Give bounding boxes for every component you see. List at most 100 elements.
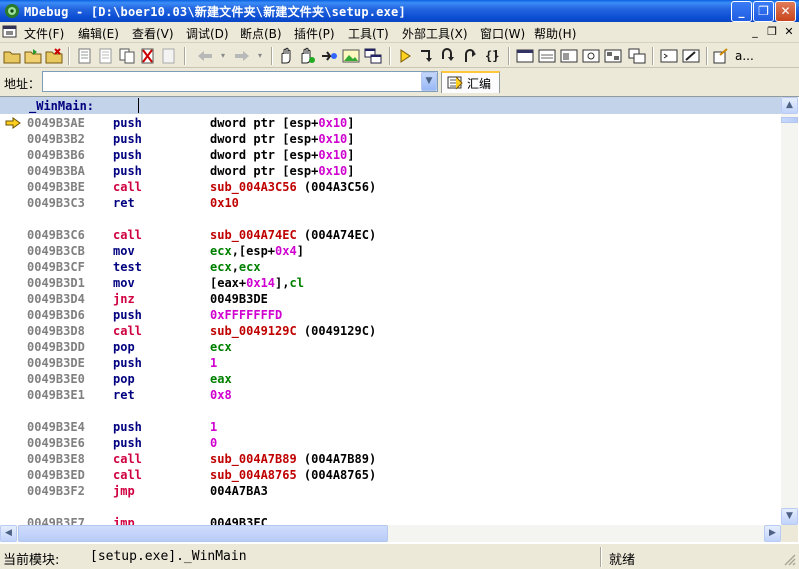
- tab-disassembly[interactable]: 汇编: [441, 71, 500, 93]
- instruction-row[interactable]: 0049B3D6 push 0xFFFFFFFD: [0, 307, 781, 323]
- step-out-icon[interactable]: [462, 47, 480, 65]
- instruction-row[interactable]: 0049B3D8 call sub_0049129C (0049129C): [0, 323, 781, 339]
- instruction-row[interactable]: 0049B3E8 call sub_004A7B89 (004A7B89): [0, 451, 781, 467]
- scroll-left-button[interactable]: ◀: [0, 525, 17, 542]
- vertical-scrollbar[interactable]: ▲ ▼: [781, 97, 798, 525]
- modules-window-icon[interactable]: [604, 47, 622, 65]
- step-over-icon[interactable]: [440, 47, 458, 65]
- disabled-page-icon[interactable]: [160, 47, 178, 65]
- current-module-label: 当前模块:: [3, 553, 60, 568]
- address-input[interactable]: [42, 71, 438, 92]
- forward-dropdown-icon[interactable]: ▾: [251, 47, 269, 65]
- open-folder-icon[interactable]: [3, 47, 21, 65]
- hand-icon[interactable]: [277, 47, 295, 65]
- menu-view[interactable]: 查看(V): [132, 25, 174, 42]
- scroll-right-button[interactable]: ▶: [764, 525, 781, 542]
- document-window-icon[interactable]: [2, 24, 18, 40]
- minimize-button[interactable]: _: [731, 1, 752, 22]
- horizontal-scroll-thumb[interactable]: [18, 525, 388, 542]
- instruction-row[interactable]: 0049B3E6 push 0: [0, 435, 781, 451]
- threads-window-icon[interactable]: [628, 47, 646, 65]
- vertical-scroll-thumb[interactable]: [781, 117, 798, 123]
- scroll-up-button[interactable]: ▲: [781, 97, 798, 114]
- instruction-operands: eax: [210, 371, 232, 387]
- step-into-icon[interactable]: [418, 47, 436, 65]
- instruction-row[interactable]: 0049B3C3 ret 0x10: [0, 195, 781, 211]
- instruction-mnemonic: call: [113, 324, 142, 338]
- instruction-row[interactable]: 0049B3C6 call sub_004A74EC (004A74EC): [0, 227, 781, 243]
- picture-icon[interactable]: [342, 47, 360, 65]
- instruction-row[interactable]: 0049B3D4 jnz 0049B3DE: [0, 291, 781, 307]
- toolbar-overflow-label[interactable]: a...: [735, 49, 754, 63]
- instruction-mnemonic: push: [113, 116, 142, 130]
- stack-window-icon[interactable]: [560, 47, 578, 65]
- title-bar[interactable]: MDebug - [D:\boer10.03\新建文件夹\新建文件夹\setup…: [0, 0, 799, 22]
- close-file-icon[interactable]: [45, 47, 63, 65]
- close-button[interactable]: ✕: [775, 1, 796, 22]
- instruction-mnemonic: test: [113, 260, 142, 274]
- instruction-row[interactable]: 0049B3ED call sub_004A8765 (004A8765): [0, 467, 781, 483]
- menu-tools[interactable]: 工具(T): [348, 25, 389, 42]
- output-window-icon[interactable]: [682, 47, 700, 65]
- instruction-row[interactable]: 0049B3D1 mov [eax+0x14],cl: [0, 275, 781, 291]
- disassembly-panel[interactable]: _WinMain: 0049B3AE push dword ptr [esp+0x1…: [0, 96, 799, 544]
- disassembly-listing[interactable]: 0049B3AE push dword ptr [esp+0x10] 0049B3B2…: [0, 115, 781, 525]
- menu-external-tools[interactable]: 外部工具(X): [402, 25, 468, 42]
- windows-icon[interactable]: [364, 47, 382, 65]
- menu-edit[interactable]: 编辑(E): [78, 25, 119, 42]
- instruction-row[interactable]: 0049B3BA push dword ptr [esp+0x10]: [0, 163, 781, 179]
- mdi-close-button[interactable]: ✕: [781, 25, 797, 40]
- address-dropdown-button[interactable]: ▼: [421, 72, 437, 91]
- operand-token: 0x10: [318, 132, 348, 146]
- menu-help[interactable]: 帮助(H): [534, 25, 576, 42]
- menu-debug[interactable]: 调试(D): [186, 25, 229, 42]
- instruction-row[interactable]: 0049B3AE push dword ptr [esp+0x10]: [0, 115, 781, 131]
- memory-window-icon[interactable]: [538, 47, 556, 65]
- instruction-address: 0049B3E8: [27, 452, 85, 466]
- instruction-row[interactable]: 0049B3F2 jmp 004A7BA3: [0, 483, 781, 499]
- copy-pages-icon[interactable]: [118, 47, 136, 65]
- run-icon[interactable]: [396, 47, 414, 65]
- console-window-icon[interactable]: [660, 47, 678, 65]
- menu-plugins[interactable]: 插件(P): [294, 25, 335, 42]
- instruction-row[interactable]: 0049B3E0 pop eax: [0, 371, 781, 387]
- instruction-row[interactable]: 0049B3B6 push dword ptr [esp+0x10]: [0, 147, 781, 163]
- back-dropdown-icon[interactable]: ▾: [214, 47, 232, 65]
- run-to-cursor-icon[interactable]: {}: [484, 47, 502, 65]
- instruction-row[interactable]: 0049B3CB mov ecx,[esp+0x4]: [0, 243, 781, 259]
- instruction-row[interactable]: 0049B3DD pop ecx: [0, 339, 781, 355]
- delete-page-icon[interactable]: [139, 47, 157, 65]
- instruction-operands: 0x8: [210, 387, 232, 403]
- instruction-row[interactable]: 0049B3F7 jmp 0049B3FC: [0, 515, 781, 525]
- registers-window-icon[interactable]: [516, 47, 534, 65]
- mdi-minimize-button[interactable]: _: [747, 25, 763, 40]
- menu-file[interactable]: 文件(F): [24, 25, 64, 42]
- resize-grip-icon[interactable]: [784, 554, 796, 566]
- instruction-mnemonic: push: [113, 436, 142, 450]
- horizontal-scrollbar[interactable]: ◀ ▶: [0, 525, 781, 542]
- watch-window-icon[interactable]: [582, 47, 600, 65]
- page-icon[interactable]: [76, 47, 94, 65]
- restore-button[interactable]: ❐: [753, 1, 774, 22]
- forward-arrow-icon[interactable]: [233, 47, 251, 65]
- instruction-row[interactable]: 0049B3CF test ecx,ecx: [0, 259, 781, 275]
- instruction-row[interactable]: 0049B3DE push 1: [0, 355, 781, 371]
- hand-go-icon[interactable]: [298, 47, 316, 65]
- instruction-row[interactable]: 0049B3E1 ret 0x8: [0, 387, 781, 403]
- operand-token: ,: [231, 260, 239, 274]
- page-list-icon[interactable]: [97, 47, 115, 65]
- open-file-icon[interactable]: [24, 47, 42, 65]
- instruction-row[interactable]: 0049B3B2 push dword ptr [esp+0x10]: [0, 131, 781, 147]
- toolbar-separator: [706, 47, 708, 65]
- instruction-row[interactable]: 0049B3BE call sub_004A3C56 (004A3C56): [0, 179, 781, 195]
- instruction-row[interactable]: 0049B3E4 push 1: [0, 419, 781, 435]
- plugin-icon[interactable]: [712, 47, 730, 65]
- step-icon[interactable]: [320, 47, 338, 65]
- mdi-restore-button[interactable]: ❐: [764, 25, 780, 40]
- menu-breakpoint[interactable]: 断点(B): [240, 25, 282, 42]
- scroll-down-button[interactable]: ▼: [781, 508, 798, 525]
- back-arrow-icon[interactable]: [196, 47, 214, 65]
- instruction-operands: sub_004A3C56 (004A3C56): [210, 179, 376, 195]
- menu-window[interactable]: 窗口(W): [480, 25, 525, 42]
- instruction-operands: sub_004A74EC (004A74EC): [210, 227, 376, 243]
